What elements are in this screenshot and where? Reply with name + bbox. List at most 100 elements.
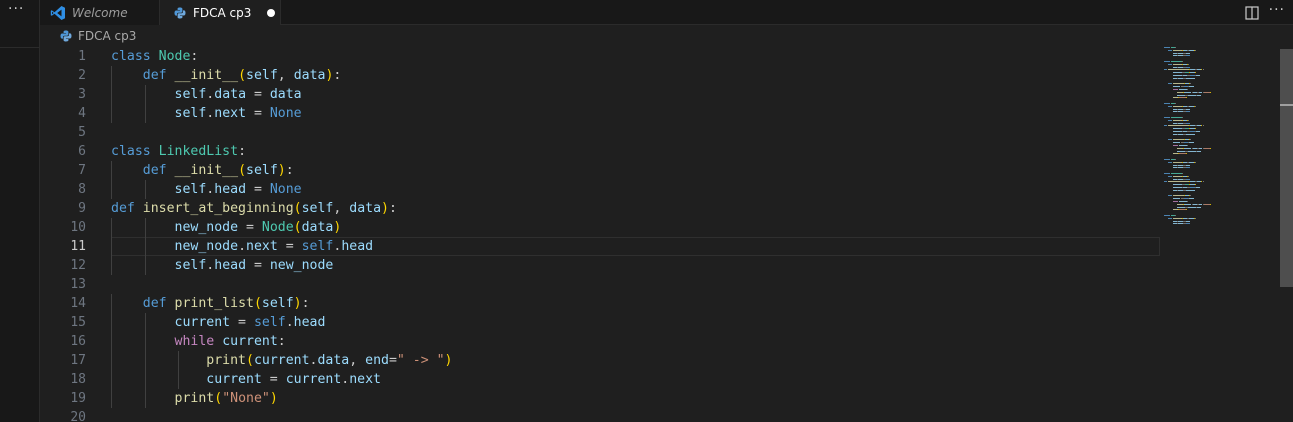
indent-guide xyxy=(144,389,146,408)
code-line[interactable]: print("None") xyxy=(111,389,1160,408)
code-token: self xyxy=(261,296,294,311)
code-line[interactable]: self.head = None xyxy=(111,180,1160,199)
minimap-stroke xyxy=(1210,147,1212,149)
minimap-stroke xyxy=(1172,83,1184,85)
minimap-stroke xyxy=(1194,184,1196,186)
code-token: __init__ xyxy=(174,68,239,83)
minimap-stroke xyxy=(1172,89,1179,90)
minimap-stroke xyxy=(1172,86,1181,88)
code-line[interactable]: while current: xyxy=(111,332,1160,351)
minimap-stroke xyxy=(1190,195,1192,197)
indent-guide xyxy=(144,237,146,256)
code-line[interactable]: new_node = Node(data) xyxy=(111,218,1160,237)
tab-fdca-cp3[interactable]: FDCA cp3 xyxy=(160,0,281,25)
minimap-stroke xyxy=(1197,150,1202,152)
code-token: print xyxy=(174,391,215,406)
indent-guide xyxy=(111,237,112,256)
code-line[interactable]: class LinkedList: xyxy=(111,142,1160,161)
scrollbar-thumb[interactable] xyxy=(1280,49,1293,287)
code-line[interactable]: self.data = data xyxy=(111,85,1160,104)
indent-guide xyxy=(111,85,112,104)
code-token: ) xyxy=(269,391,278,406)
minimap-stroke xyxy=(1164,61,1170,62)
minimap-stroke xyxy=(1186,52,1191,54)
code-token: data xyxy=(349,201,382,216)
code-line[interactable]: def print_list(self): xyxy=(111,294,1160,313)
minimap-stroke xyxy=(1172,72,1182,74)
minimap-stroke xyxy=(1168,119,1172,121)
unsaved-changes-dot-icon[interactable] xyxy=(267,8,276,17)
editor-more-actions-icon[interactable]: ··· xyxy=(1269,3,1285,17)
minimap-stroke xyxy=(1164,69,1168,71)
indent-guide xyxy=(144,85,146,104)
code-line[interactable]: self.next = None xyxy=(111,104,1160,123)
minimap[interactable] xyxy=(1164,47,1264,237)
code-line[interactable]: def __init__(self): xyxy=(111,161,1160,180)
code-line[interactable]: current = current.next xyxy=(111,370,1160,389)
code-token: self xyxy=(253,315,286,330)
code-token: ( xyxy=(293,220,302,235)
code-token: : xyxy=(388,201,397,216)
minimap-stroke xyxy=(1194,72,1196,74)
code-token: head xyxy=(214,182,247,197)
code-line[interactable] xyxy=(111,123,1160,142)
code-line[interactable] xyxy=(111,408,1160,422)
code-token: current xyxy=(174,315,231,330)
code-line[interactable] xyxy=(111,275,1160,294)
minimap-stroke xyxy=(1188,94,1196,96)
code-token: , xyxy=(349,353,366,368)
code-line[interactable]: new_node.next = self.head xyxy=(111,237,1160,256)
code-token: : xyxy=(333,68,342,83)
code-line[interactable]: def insert_at_beginning(self, data): xyxy=(111,199,1160,218)
minimap-stroke xyxy=(1195,75,1201,76)
breadcrumb-file[interactable]: FDCA cp3 xyxy=(78,29,136,43)
code-token: = xyxy=(246,182,270,197)
code-token: = xyxy=(230,315,254,330)
sidebar-more-actions-icon[interactable]: ··· xyxy=(8,0,24,24)
tab-welcome[interactable]: Welcome xyxy=(40,0,160,25)
line-number: 15 xyxy=(70,315,86,330)
code-line[interactable]: def __init__(self, data): xyxy=(111,66,1160,85)
code-token: while xyxy=(174,334,215,349)
minimap-stroke xyxy=(1186,164,1191,166)
vscode-window: ··· Welcome FDCA cp3 ··· FDCA cp3 1 2 3 … xyxy=(0,0,1293,422)
minimap-stroke xyxy=(1164,125,1168,127)
sidebar-divider xyxy=(0,25,40,48)
code-line[interactable]: class Node: xyxy=(111,47,1160,66)
code-token: ( xyxy=(238,163,247,178)
vertical-scrollbar[interactable] xyxy=(1280,47,1293,422)
code-area[interactable]: class Node: def __init__(self, data): se… xyxy=(111,47,1160,422)
python-file-icon xyxy=(174,7,186,18)
code-line[interactable]: current = self.head xyxy=(111,313,1160,332)
indent-guide xyxy=(144,256,146,275)
minimap-stroke xyxy=(1188,206,1196,208)
indent-guide xyxy=(111,370,112,389)
code-token: = xyxy=(238,220,262,235)
code-line[interactable]: print(current.data, end=" -> ") xyxy=(111,351,1160,370)
code-line[interactable]: self.head = new_node xyxy=(111,256,1160,275)
minimap-stroke xyxy=(1188,119,1190,121)
code-token: self xyxy=(246,163,278,178)
minimap-stroke xyxy=(1168,175,1172,177)
code-token: self xyxy=(174,182,207,197)
line-number: 18 xyxy=(70,372,86,387)
line-number-gutter[interactable]: 1 2 3 4 5 6 7 8 9 10 11 12 13 14 15 16 17 18 19 20 xyxy=(40,47,86,422)
minimap-stroke xyxy=(1186,167,1191,169)
code-token: class xyxy=(111,144,151,159)
split-editor-icon[interactable] xyxy=(1245,5,1259,20)
code-token: next xyxy=(246,239,278,254)
minimap-stroke xyxy=(1183,203,1192,205)
code-token: current xyxy=(253,353,310,368)
minimap-stroke xyxy=(1186,220,1191,222)
minimap-stroke xyxy=(1188,150,1196,152)
code-token: ) xyxy=(444,353,453,368)
minimap-stroke xyxy=(1172,175,1182,177)
code-editor[interactable]: 1 2 3 4 5 6 7 8 9 10 11 12 13 14 15 16 17 18 19 20 class No… xyxy=(40,47,1293,422)
editor-tab-bar: Welcome FDCA cp3 ··· xyxy=(40,0,1293,25)
code-token: = xyxy=(246,106,270,121)
